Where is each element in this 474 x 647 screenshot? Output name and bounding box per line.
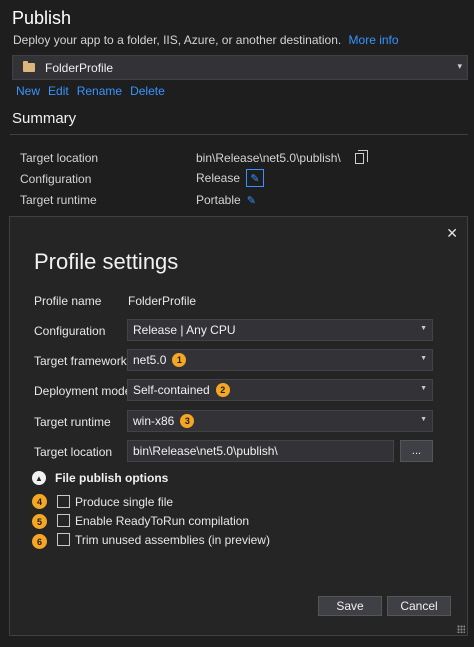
summary-divider bbox=[10, 134, 468, 135]
summary-value-target-runtime: Portable ✎ bbox=[196, 193, 256, 207]
callout-badge-5: 5 bbox=[32, 514, 47, 529]
chevron-down-icon: ▼ bbox=[420, 325, 427, 332]
summary-heading: Summary bbox=[12, 110, 77, 127]
edit-link[interactable]: Edit bbox=[48, 84, 69, 98]
edit-runtime-pencil-icon[interactable]: ✎ bbox=[247, 194, 256, 207]
target-runtime-label: Target runtime bbox=[34, 415, 111, 429]
target-framework-value: net5.0 bbox=[133, 353, 167, 367]
callout-badge-1: 1 bbox=[172, 353, 187, 367]
summary-label-target-location: Target location bbox=[20, 151, 99, 165]
profile-actions: New Edit Rename Delete bbox=[16, 84, 165, 98]
target-runtime-dropdown[interactable]: win-x86 3 ▼ bbox=[127, 410, 433, 432]
configuration-dropdown[interactable]: Release | Any CPU ▼ bbox=[127, 319, 433, 341]
resize-grip-icon[interactable] bbox=[457, 625, 465, 633]
callout-badge-4: 4 bbox=[32, 494, 47, 509]
chevron-down-icon: ▼ bbox=[420, 416, 427, 423]
configuration-dropdown-value: Release | Any CPU bbox=[133, 323, 236, 337]
runtime-text: Portable bbox=[196, 193, 241, 207]
target-location-label: Target location bbox=[34, 445, 113, 459]
configuration-label: Configuration bbox=[34, 324, 106, 338]
trim-unused-assemblies-checkbox[interactable] bbox=[57, 533, 70, 546]
summary-value-configuration: Release ✎ bbox=[196, 169, 265, 187]
collapse-chevron-up-icon[interactable]: ▲ bbox=[32, 471, 46, 485]
subtitle-text: Deploy your app to a folder, IIS, Azure,… bbox=[13, 33, 342, 47]
dialog-title: Profile settings bbox=[34, 249, 179, 274]
chevron-down-icon: ▾ bbox=[457, 61, 462, 71]
save-button[interactable]: Save bbox=[318, 596, 382, 616]
profile-select[interactable]: FolderProfile ▾ bbox=[12, 55, 468, 80]
file-publish-options-header[interactable]: File publish options bbox=[55, 471, 168, 485]
summary-label-configuration: Configuration bbox=[20, 172, 92, 186]
cancel-button[interactable]: Cancel bbox=[387, 596, 451, 616]
chevron-down-icon: ▼ bbox=[420, 355, 427, 362]
close-icon[interactable]: ✕ bbox=[446, 225, 458, 242]
summary-label-target-runtime: Target runtime bbox=[20, 193, 97, 207]
summary-value-target-location: bin\Release\net5.0\publish\ bbox=[196, 149, 368, 165]
configuration-text: Release bbox=[196, 171, 241, 185]
callout-badge-3: 3 bbox=[180, 414, 195, 428]
target-framework-dropdown[interactable]: net5.0 1 ▼ bbox=[127, 349, 433, 371]
new-link[interactable]: New bbox=[16, 84, 40, 98]
deployment-mode-label: Deployment mode bbox=[34, 384, 132, 398]
produce-single-file-checkbox[interactable] bbox=[57, 495, 70, 508]
produce-single-file-label[interactable]: Produce single file bbox=[75, 495, 173, 509]
profile-select-value: FolderProfile bbox=[45, 60, 114, 75]
callout-badge-2: 2 bbox=[215, 383, 230, 397]
deployment-mode-value: Self-contained bbox=[133, 383, 210, 397]
page-subtitle: Deploy your app to a folder, IIS, Azure,… bbox=[13, 33, 399, 47]
target-location-input-value: bin\Release\net5.0\publish\ bbox=[133, 444, 278, 458]
page-title: Publish bbox=[12, 8, 72, 28]
chevron-down-icon: ▼ bbox=[420, 385, 427, 392]
profile-name-label: Profile name bbox=[34, 294, 102, 308]
delete-link[interactable]: Delete bbox=[130, 84, 165, 98]
rename-link[interactable]: Rename bbox=[77, 84, 122, 98]
edit-configuration-pencil-icon[interactable]: ✎ bbox=[246, 169, 265, 187]
deployment-mode-dropdown[interactable]: Self-contained 2 ▼ bbox=[127, 379, 433, 401]
browse-button[interactable]: ... bbox=[400, 440, 433, 462]
target-runtime-value: win-x86 bbox=[133, 414, 175, 428]
callout-badge-6: 6 bbox=[32, 534, 47, 549]
target-framework-label: Target framework bbox=[34, 354, 127, 368]
target-location-input[interactable]: bin\Release\net5.0\publish\ bbox=[127, 440, 394, 462]
copy-icon[interactable] bbox=[354, 149, 368, 164]
profile-name-value: FolderProfile bbox=[128, 294, 197, 308]
folder-icon bbox=[23, 61, 35, 72]
trim-unused-assemblies-label[interactable]: Trim unused assemblies (in preview) bbox=[75, 533, 270, 547]
more-info-link[interactable]: More info bbox=[349, 33, 399, 47]
profile-settings-dialog: ✕ Profile settings Profile name FolderPr… bbox=[9, 216, 468, 636]
target-location-text: bin\Release\net5.0\publish\ bbox=[196, 151, 341, 165]
enable-readytorun-label[interactable]: Enable ReadyToRun compilation bbox=[75, 514, 249, 528]
enable-readytorun-checkbox[interactable] bbox=[57, 514, 70, 527]
